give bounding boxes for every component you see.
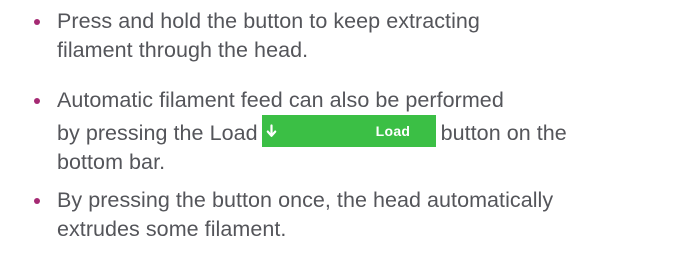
bullet-dot (34, 198, 40, 204)
text-line: By pressing the button once, the head au… (57, 188, 554, 212)
load-button-label: Load (375, 123, 411, 139)
text-line: filament through the head. (57, 38, 309, 62)
bullet-text: Press and hold the button to keep extrac… (57, 7, 657, 65)
bullet-dot (34, 98, 40, 104)
bullet-text: By pressing the button once, the head au… (57, 186, 657, 244)
text-line: Automatic filament feed can also be perf… (57, 88, 504, 112)
bullet-text: Automatic filament feed can also be perf… (57, 86, 657, 177)
text-line: Press and hold the button to keep extrac… (57, 9, 480, 33)
text-fragment: by pressing the Load (57, 121, 258, 145)
text-line: bottom bar. (57, 150, 166, 174)
text-line: extrudes some filament. (57, 217, 287, 241)
arrow-down-icon (266, 124, 276, 137)
bullet-dot (34, 19, 40, 25)
text-fragment: button on the (440, 121, 567, 145)
load-button[interactable]: Load (261, 115, 436, 147)
text-line-with-button: by pressing the Load Load button on the (57, 115, 657, 148)
